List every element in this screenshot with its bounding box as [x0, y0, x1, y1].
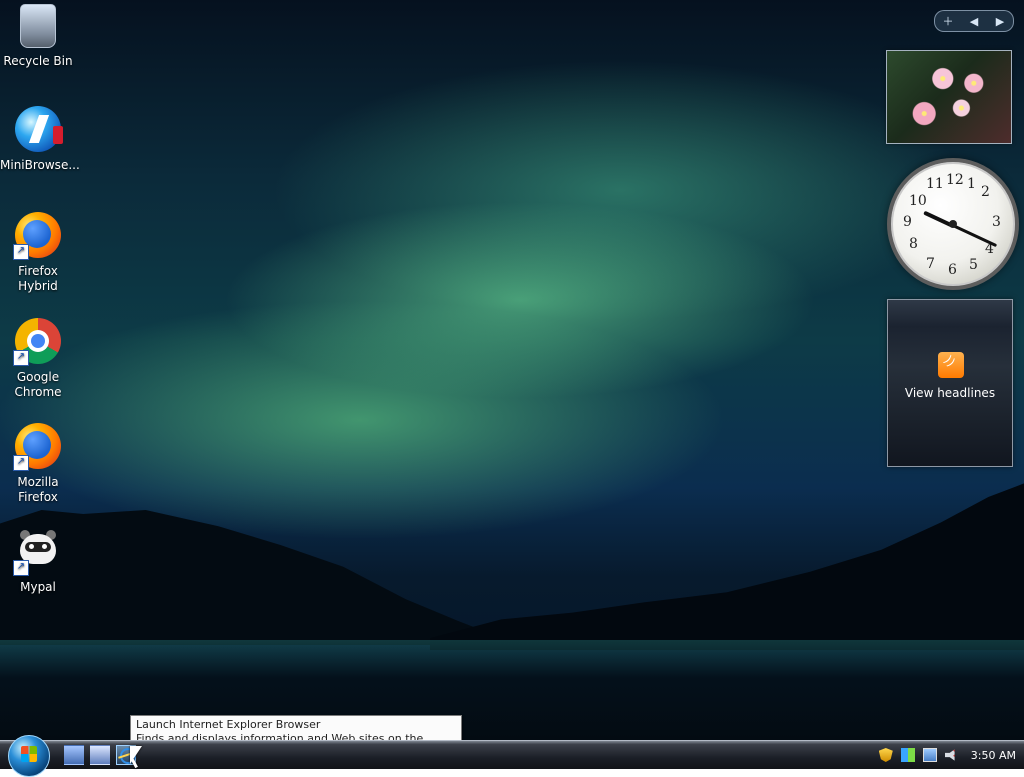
right-mountain — [430, 483, 1024, 650]
clock-center — [949, 220, 957, 228]
desktop-icon-minibrowser[interactable]: MiniBrowse... — [0, 106, 80, 173]
desktop-icon-mozilla-firefox[interactable]: ↗ Mozilla Firefox — [0, 423, 76, 505]
windows-flag-icon[interactable] — [900, 748, 915, 762]
mouse-cursor — [130, 746, 142, 764]
firefox-icon: ↗ — [13, 212, 61, 260]
chrome-icon: ↗ — [13, 318, 61, 366]
feed-headlines-gadget[interactable]: View headlines — [887, 299, 1013, 467]
previous-gadget-button[interactable]: ◀ — [965, 15, 983, 28]
desktop-icon-mypal[interactable]: ↗ Mypal — [0, 528, 76, 595]
system-tray: 3:50 AM — [864, 741, 1024, 769]
switch-windows-button[interactable] — [90, 745, 110, 765]
tooltip-title: Launch Internet Explorer Browser — [136, 718, 321, 731]
gadget-controls: ＋ ◀ ▶ — [934, 10, 1014, 32]
firefox-icon: ↗ — [13, 423, 61, 471]
network-icon[interactable] — [922, 748, 937, 762]
shortcut-arrow-icon: ↗ — [13, 455, 29, 471]
desktop-icon-recycle-bin[interactable]: Recycle Bin — [0, 4, 76, 69]
clock-gadget[interactable]: 12 2 3 4 5 6 7 8 9 10 11 1 — [887, 158, 1019, 290]
shortcut-arrow-icon: ↗ — [13, 244, 29, 260]
left-mountain — [0, 510, 520, 645]
rss-icon — [938, 352, 964, 378]
quick-launch — [64, 745, 136, 765]
recycle-bin-icon — [20, 4, 56, 48]
shortcut-arrow-icon: ↗ — [13, 350, 29, 366]
desktop-icon-label: MiniBrowse... — [0, 158, 80, 172]
muted-speaker-icon[interactable] — [944, 749, 955, 761]
desktop-icon-firefox-hybrid[interactable]: ↗ Firefox Hybrid — [0, 212, 76, 294]
desktop-icon-label: Google Chrome — [14, 370, 62, 399]
start-button[interactable] — [8, 735, 50, 777]
mypal-icon: ↗ — [13, 528, 61, 576]
desktop-icon-google-chrome[interactable]: ↗ Google Chrome — [0, 318, 76, 400]
desktop-icon-label: Mypal — [20, 580, 56, 594]
minibrowser-icon — [15, 106, 63, 152]
shortcut-arrow-icon: ↗ — [13, 560, 29, 576]
taskbar-clock[interactable]: 3:50 AM — [971, 749, 1016, 762]
slideshow-gadget[interactable] — [886, 50, 1012, 144]
desktop-icon-label: Firefox Hybrid — [18, 264, 58, 293]
minute-hand — [952, 224, 998, 248]
desktop: Recycle Bin MiniBrowse... ↗ Firefox Hybr… — [0, 0, 1024, 740]
desktop-icon-label: Mozilla Firefox — [17, 475, 59, 504]
show-desktop-button[interactable] — [64, 745, 84, 765]
security-shield-icon[interactable] — [878, 748, 893, 762]
taskbar: 3:50 AM — [0, 735, 1024, 777]
add-gadget-button[interactable]: ＋ — [939, 13, 957, 29]
view-headlines-label: View headlines — [904, 386, 996, 400]
desktop-icon-label: Recycle Bin — [3, 54, 73, 68]
next-gadget-button[interactable]: ▶ — [991, 15, 1009, 28]
